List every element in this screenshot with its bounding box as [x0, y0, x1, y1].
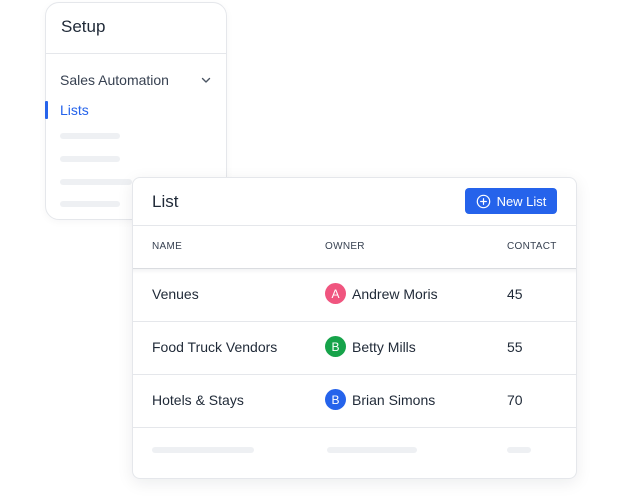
nav-item-lists[interactable]: Lists [60, 102, 89, 118]
header-divider [133, 225, 576, 226]
column-header-owner[interactable]: OWNER [325, 241, 365, 252]
new-list-button[interactable]: New List [465, 188, 557, 214]
table-row[interactable]: Food Truck Vendors B Betty Mills 55 [133, 321, 576, 374]
nav-item-label: Sales Automation [60, 72, 169, 88]
list-panel: List New List NAME OWNER CONTACT Venues … [132, 177, 577, 479]
column-header-name[interactable]: NAME [152, 241, 182, 252]
avatar: B [325, 389, 346, 410]
nav-item-sales-automation[interactable]: Sales Automation [60, 70, 212, 90]
list-title: List [152, 192, 179, 211]
row-name: Food Truck Vendors [152, 339, 278, 355]
row-name: Venues [152, 286, 199, 302]
table-row[interactable]: Venues A Andrew Moris 45 [133, 268, 576, 321]
skeleton-cell [152, 447, 254, 453]
column-header-contact[interactable]: CONTACT [507, 241, 557, 252]
skeleton-line [60, 156, 120, 162]
avatar: A [325, 283, 346, 304]
row-owner: B Betty Mills [325, 336, 416, 357]
chevron-down-icon [201, 77, 211, 83]
owner-name: Betty Mills [352, 338, 416, 355]
row-divider [133, 427, 576, 428]
skeleton-cell [327, 447, 417, 453]
row-owner: A Andrew Moris [325, 283, 438, 304]
skeleton-cell [507, 447, 531, 453]
skeleton-line [60, 133, 120, 139]
skeleton-line [60, 179, 132, 185]
owner-name: Andrew Moris [352, 285, 438, 302]
row-contact: 45 [507, 286, 523, 302]
avatar: B [325, 336, 346, 357]
active-nav-indicator [45, 101, 48, 119]
skeleton-line [60, 201, 120, 207]
row-owner: B Brian Simons [325, 389, 435, 410]
row-contact: 55 [507, 339, 523, 355]
setup-divider [46, 53, 226, 54]
row-contact: 70 [507, 392, 523, 408]
plus-circle-icon [476, 194, 490, 208]
setup-title: Setup [61, 17, 106, 36]
owner-name: Brian Simons [352, 391, 436, 408]
new-list-label: New List [496, 193, 547, 209]
row-name: Hotels & Stays [152, 392, 244, 408]
table-row[interactable]: Hotels & Stays B Brian Simons 70 [133, 374, 576, 427]
